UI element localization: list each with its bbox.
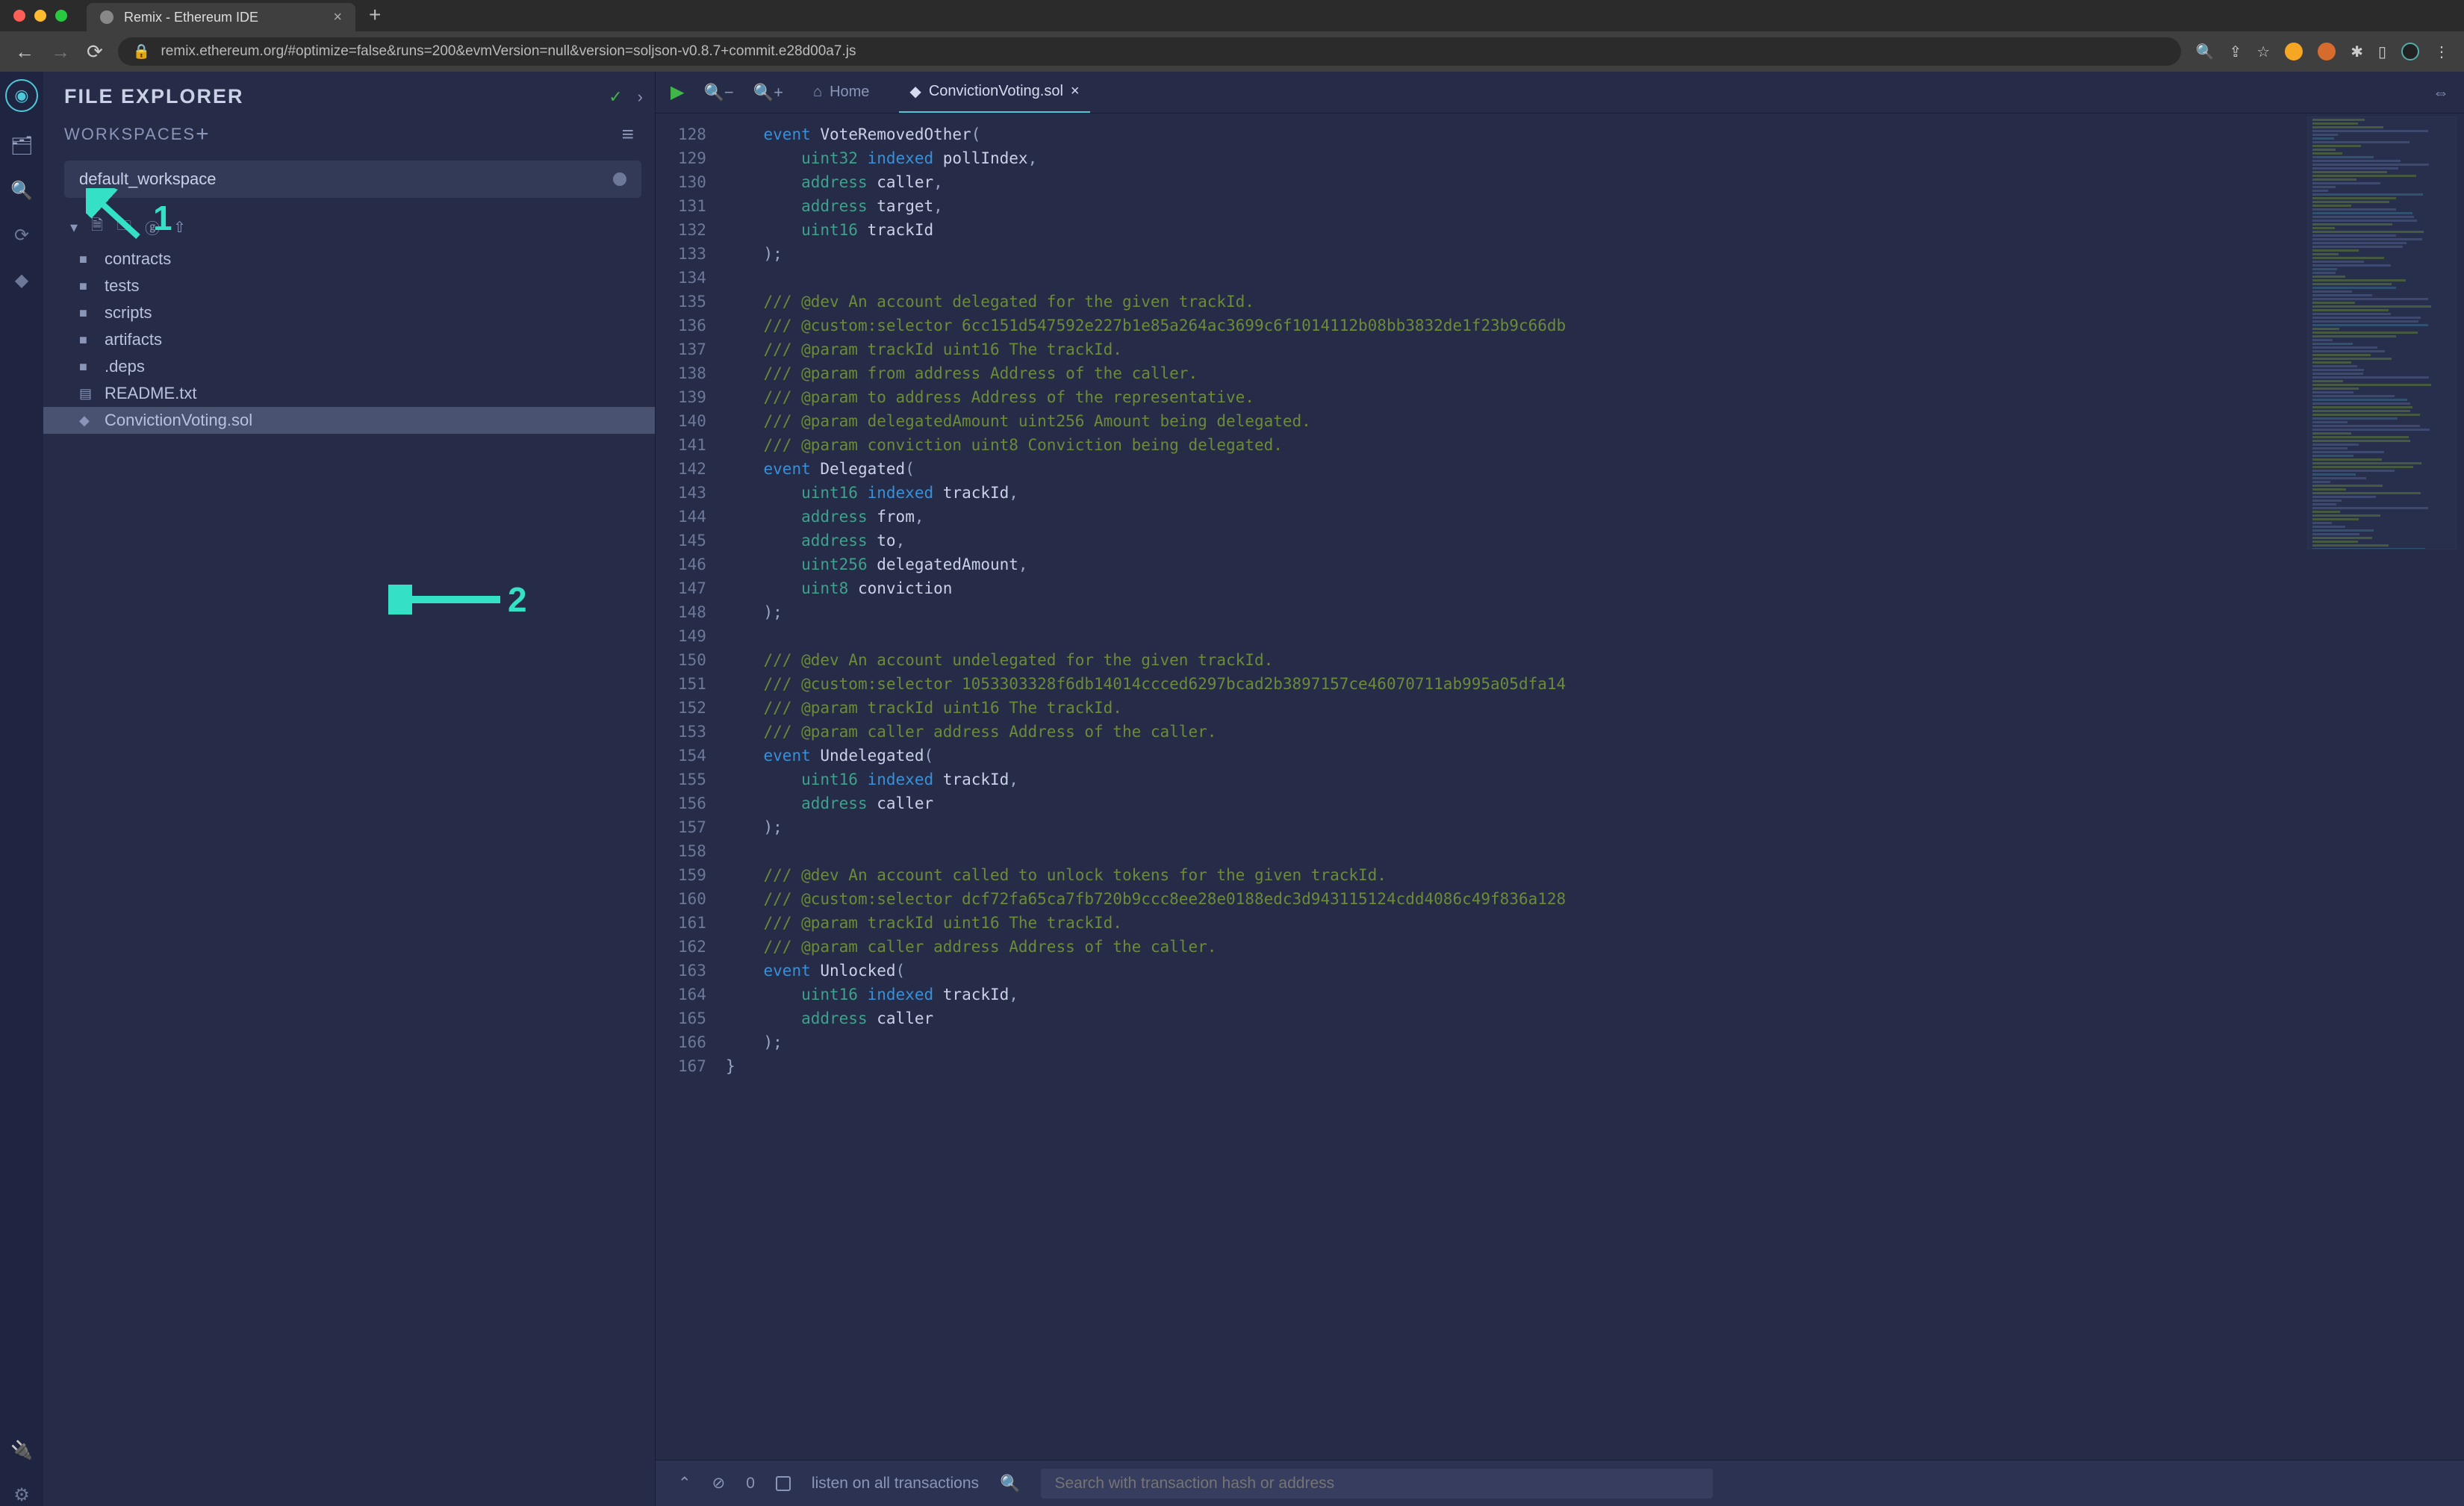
listen-checkbox[interactable] — [776, 1476, 791, 1491]
panel-title: FILE EXPLORER — [64, 85, 244, 108]
file-name: contracts — [105, 249, 655, 269]
zoom-in-button[interactable]: 🔍+ — [753, 83, 783, 102]
folder-icon: ■ — [79, 305, 94, 321]
tx-search-input[interactable] — [1041, 1469, 1713, 1499]
traffic-lights[interactable] — [13, 10, 67, 22]
close-window-icon[interactable] — [13, 10, 25, 22]
upload-icon[interactable]: ⇧ — [173, 218, 186, 237]
file-tree: ■ contracts ■ tests ■ scripts ■ artifacts ■ .deps… — [43, 246, 655, 1506]
maximize-window-icon[interactable] — [55, 10, 67, 22]
icon-rail: ◉ 🗂 🔍 ⟳ ◆ 🔌 ⚙ — [0, 72, 43, 1506]
file-name: ConvictionVoting.sol — [105, 411, 655, 430]
file-toolbar: ▾ 🗎 🗀 ⓖ ⇧ — [43, 210, 655, 246]
compiler-icon[interactable]: ⟳ — [10, 224, 33, 246]
forward-button[interactable]: → — [51, 40, 70, 63]
listen-label: listen on all transactions — [812, 1475, 979, 1493]
chevron-right-icon[interactable]: › — [638, 87, 643, 107]
file-name: .deps — [105, 357, 655, 376]
tab-label: ConvictionVoting.sol — [929, 83, 1063, 100]
file-icon: ▤ — [79, 386, 94, 402]
browser-tab[interactable]: Remix - Ethereum IDE × — [87, 3, 355, 31]
deploy-icon[interactable]: ◆ — [10, 269, 33, 291]
folder-icon: ■ — [79, 359, 94, 375]
expand-editor-icon[interactable]: ⇔ — [2433, 83, 2449, 102]
collapse-terminal-icon[interactable]: ⌃ — [678, 1474, 691, 1493]
tab-label: Home — [830, 84, 869, 101]
tab-file-active[interactable]: ◆ ConvictionVoting.sol × — [899, 72, 1089, 113]
file-item[interactable]: ◆ ConvictionVoting.sol — [43, 407, 655, 434]
url-bar[interactable]: 🔒 remix.ethereum.org/#optimize=false&run… — [118, 37, 2181, 66]
folder-icon: ■ — [79, 332, 94, 348]
dropdown-icon — [613, 172, 626, 186]
extension-icon[interactable] — [2285, 43, 2303, 60]
minimize-window-icon[interactable] — [34, 10, 46, 22]
reload-button[interactable]: ⟳ — [87, 40, 103, 63]
close-tab-icon[interactable]: × — [333, 9, 342, 26]
file-explorer-panel: FILE EXPLORER ✓ › WORKSPACES + ≡ default… — [43, 72, 656, 1506]
folder-item[interactable]: ■ contracts — [43, 246, 655, 273]
remix-logo-icon[interactable]: ◉ — [5, 79, 38, 112]
new-file-icon[interactable]: 🗎 — [91, 214, 103, 240]
bookmark-icon[interactable]: ☆ — [2256, 43, 2270, 61]
folder-item[interactable]: ■ tests — [43, 273, 655, 299]
file-name: scripts — [105, 303, 655, 323]
workspace-name: default_workspace — [79, 169, 216, 189]
folder-item[interactable]: ■ artifacts — [43, 326, 655, 353]
url-text: remix.ethereum.org/#optimize=false&runs=… — [161, 43, 856, 60]
collapse-icon[interactable]: ▾ — [70, 218, 78, 237]
terminal-bar: ⌃ ⊘ 0 listen on all transactions 🔍 — [656, 1460, 2464, 1506]
tab-favicon-icon — [100, 10, 113, 24]
tab-home[interactable]: ⌂ Home — [803, 72, 880, 113]
panel-toggle-icon[interactable]: ▯ — [2378, 43, 2386, 61]
file-name: artifacts — [105, 330, 655, 349]
github-icon[interactable]: ⓖ — [145, 217, 160, 238]
tab-title: Remix - Ethereum IDE — [124, 10, 258, 25]
profile-avatar-icon[interactable] — [2401, 43, 2419, 60]
close-tab-icon[interactable]: × — [1071, 83, 1080, 100]
folder-item[interactable]: ■ .deps — [43, 353, 655, 380]
share-icon[interactable]: ⇪ — [2230, 43, 2242, 61]
lock-icon: 🔒 — [133, 43, 151, 60]
chrome-menu-icon[interactable]: ⋮ — [2434, 43, 2449, 61]
pending-tx-count: 0 — [746, 1475, 755, 1493]
workspace-menu-icon[interactable]: ≡ — [622, 122, 634, 146]
new-folder-icon[interactable]: 🗀 — [116, 214, 131, 240]
solidity-file-icon: ◆ — [79, 413, 94, 429]
search-icon[interactable]: 🔍 — [10, 179, 33, 202]
code-content[interactable]: event VoteRemovedOther( uint32 indexed p… — [717, 113, 2464, 1460]
zoom-out-button[interactable]: 🔍− — [703, 83, 733, 102]
back-button[interactable]: ← — [15, 40, 34, 63]
home-icon: ⌂ — [813, 84, 822, 101]
new-tab-button[interactable]: + — [369, 3, 381, 31]
workspaces-label: WORKSPACES — [64, 125, 196, 144]
folder-icon: ■ — [79, 279, 94, 294]
clear-terminal-icon[interactable]: ⊘ — [712, 1474, 726, 1493]
editor-toolbar: ▶ 🔍− 🔍+ ⌂ Home ◆ ConvictionVoting.sol × … — [656, 72, 2464, 113]
check-icon[interactable]: ✓ — [609, 87, 622, 107]
add-workspace-button[interactable]: + — [196, 122, 209, 147]
workspace-selector[interactable]: default_workspace — [64, 161, 641, 198]
line-gutter: 128 129 130 131 132 133 134 135 136 137 … — [656, 113, 717, 1460]
file-item[interactable]: ▤ README.txt — [43, 380, 655, 407]
folder-icon: ■ — [79, 252, 94, 267]
plugin-manager-icon[interactable]: 🔌 — [10, 1439, 33, 1461]
extensions-menu-icon[interactable]: ✱ — [2351, 43, 2363, 61]
address-bar-row: ← → ⟳ 🔒 remix.ethereum.org/#optimize=fal… — [0, 31, 2464, 72]
zoom-indicator-icon[interactable]: 🔍 — [2196, 43, 2215, 61]
extension-icon[interactable] — [2318, 43, 2336, 60]
settings-icon[interactable]: ⚙ — [10, 1484, 33, 1506]
file-name: tests — [105, 276, 655, 296]
search-icon[interactable]: 🔍 — [1000, 1474, 1020, 1493]
run-script-button[interactable]: ▶ — [671, 81, 684, 103]
code-editor[interactable]: 128 129 130 131 132 133 134 135 136 137 … — [656, 113, 2464, 1460]
minimap[interactable] — [2307, 116, 2457, 550]
file-explorer-icon[interactable]: 🗂 — [10, 134, 33, 157]
file-name: README.txt — [105, 384, 655, 403]
window-titlebar: Remix - Ethereum IDE × + — [0, 0, 2464, 31]
folder-item[interactable]: ■ scripts — [43, 299, 655, 326]
solidity-icon: ◆ — [909, 82, 921, 101]
